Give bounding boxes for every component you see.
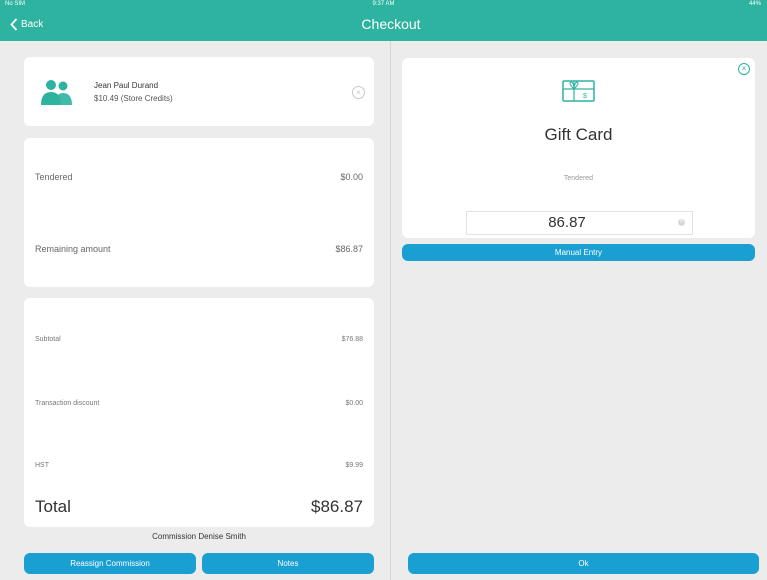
payment-card: Tendered $0.00 Remaining amount $86.87 — [24, 138, 374, 287]
customer-name: Jean Paul Durand — [94, 81, 159, 90]
battery-text: 44% — [748, 1, 761, 7]
customer-avatar-icon — [41, 80, 72, 105]
amount-input[interactable]: 86.87 × — [466, 211, 693, 235]
discount-label: Transaction discount — [35, 400, 100, 407]
time-text: 9:37 AM — [372, 1, 395, 7]
total-value: $86.87 — [311, 497, 363, 516]
subtotal-value: $76.88 — [341, 336, 363, 343]
gift-card-subtitle: Tendered — [563, 175, 594, 182]
customer-card[interactable]: Jean Paul Durand $10.49 (Store Credits) … — [24, 57, 374, 126]
tax-label: HST — [35, 462, 49, 469]
customer-credits: $10.49 (Store Credits) — [94, 94, 173, 103]
tax-value: $9.99 — [345, 462, 363, 469]
gift-card-panel: × $ Gift Card Tendered 86.87 × — [402, 58, 755, 238]
remaining-value: $86.87 — [335, 244, 363, 254]
page-title: Checkout — [361, 16, 421, 32]
remaining-label: Remaining amount — [35, 244, 111, 254]
tendered-label: Tendered — [35, 172, 73, 182]
close-icon[interactable]: × — [738, 63, 750, 75]
status-bar: No SIM 9:37 AM 44% — [0, 0, 767, 8]
summary-card: Subtotal $76.88 Transaction discount $0.… — [24, 298, 374, 527]
amount-value: 86.87 — [548, 214, 586, 231]
reassign-commission-button[interactable]: Reassign Commission — [24, 553, 196, 574]
tendered-value: $0.00 — [340, 172, 363, 182]
commission-text: Commission Denise Smith — [152, 532, 246, 541]
total-label: Total — [35, 497, 71, 516]
discount-value: $0.00 — [345, 400, 363, 407]
remove-customer-icon[interactable]: × — [352, 86, 365, 99]
manual-entry-button[interactable]: Manual Entry — [402, 244, 755, 261]
ok-button[interactable]: Ok — [408, 553, 759, 574]
clear-amount-icon[interactable]: × — [678, 219, 685, 226]
pane-divider — [390, 41, 391, 580]
subtotal-label: Subtotal — [35, 336, 61, 343]
nav-bar: Back Checkout — [0, 8, 767, 41]
svg-text:$: $ — [583, 93, 587, 100]
gift-card-title: Gift Card — [544, 125, 613, 144]
notes-button[interactable]: Notes — [202, 553, 374, 574]
gift-card-icon: $ — [562, 80, 595, 102]
